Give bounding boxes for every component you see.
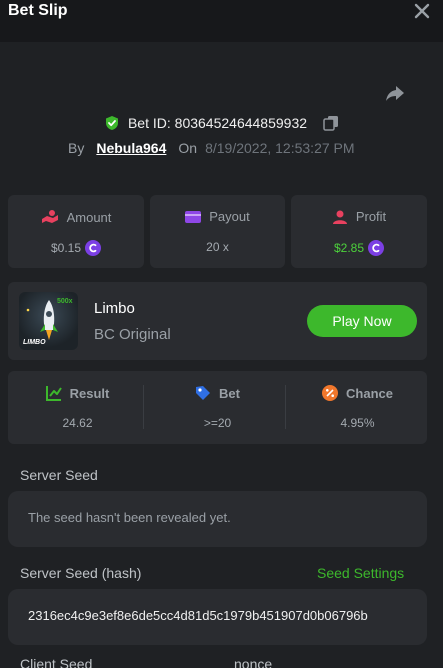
thumb-multiplier: 500x [57, 298, 73, 305]
game-thumbnail[interactable]: 500x LIMBO [19, 292, 78, 350]
amount-label: Amount [66, 209, 112, 225]
divider [143, 385, 144, 429]
server-seed-label: Server Seed [20, 467, 98, 483]
game-card: 500x LIMBO Limbo BC Original Play Now [8, 282, 427, 360]
bet-result-card: Result 24.62 Bet >=20 Chance 4.95% [8, 371, 427, 444]
divider [285, 385, 286, 429]
thumb-label: LIMBO [23, 339, 46, 346]
bet-label: Bet [219, 385, 240, 401]
payout-value: 20 x [206, 240, 229, 254]
nonce-label: nonce [234, 656, 273, 668]
copy-icon[interactable] [323, 115, 339, 131]
amount-value: $0.15 [50, 241, 82, 255]
verified-shield-icon [105, 116, 118, 130]
percent-icon [322, 385, 339, 401]
close-icon[interactable] [413, 2, 431, 20]
bet-date: 8/19/2022, 12:53:27 PM [205, 140, 355, 156]
by-label: By [68, 140, 85, 156]
server-seed-hash-value: 2316ec4c9e3ef8e6de5cc4d81d5c1979b451907d… [28, 608, 368, 623]
bet-value: >=20 [203, 416, 232, 430]
server-seed-value: The seed hasn't been revealed yet. [28, 510, 231, 525]
result-value: 24.62 [62, 416, 93, 430]
game-name: Limbo [94, 300, 135, 317]
bet-id-row: Bet ID: 80364524644859932 [0, 113, 443, 133]
payout-card: Payout 20 x [150, 195, 285, 268]
bet-id: Bet ID: 80364524644859932 [127, 115, 308, 131]
coin-icon [368, 240, 385, 256]
bet-slip-header: Bet Slip [0, 0, 443, 42]
username-link[interactable]: Nebula964 [96, 140, 166, 156]
on-label: On [178, 140, 198, 156]
chance-label: Chance [346, 385, 393, 401]
game-provider: BC Original [94, 326, 171, 343]
chart-icon [45, 386, 62, 401]
play-now-button[interactable]: Play Now [307, 305, 417, 337]
chance-value: 4.95% [340, 416, 375, 430]
server-seed-hash-label: Server Seed (hash) [20, 565, 142, 581]
wallet-icon [185, 210, 202, 223]
amount-card: Amount $0.15 [8, 195, 144, 268]
bet-column: Bet >=20 [148, 371, 287, 444]
share-icon[interactable] [385, 83, 405, 103]
seed-settings-link[interactable]: Seed Settings [317, 565, 404, 581]
server-seed-field[interactable]: The seed hasn't been revealed yet. [8, 491, 427, 547]
result-column: Result 24.62 [8, 371, 147, 444]
client-seed-label: Client Seed [20, 656, 93, 668]
chance-column: Chance 4.95% [288, 371, 427, 444]
bet-byline: By Nebula964 On 8/19/2022, 12:53:27 PM [68, 140, 355, 156]
profit-card: Profit $2.85 [291, 195, 427, 268]
tag-icon [196, 386, 211, 400]
server-seed-hash-field[interactable]: 2316ec4c9e3ef8e6de5cc4d81d5c1979b451907d… [8, 589, 427, 645]
page-title: Bet Slip [8, 2, 68, 19]
profit-label: Profit [355, 209, 387, 224]
result-label: Result [69, 385, 110, 401]
coins-hand-icon [41, 210, 58, 223]
profit-user-icon [332, 210, 347, 224]
profit-value: $2.85 [333, 241, 365, 255]
payout-label: Payout [209, 209, 250, 224]
coin-icon [85, 240, 102, 256]
